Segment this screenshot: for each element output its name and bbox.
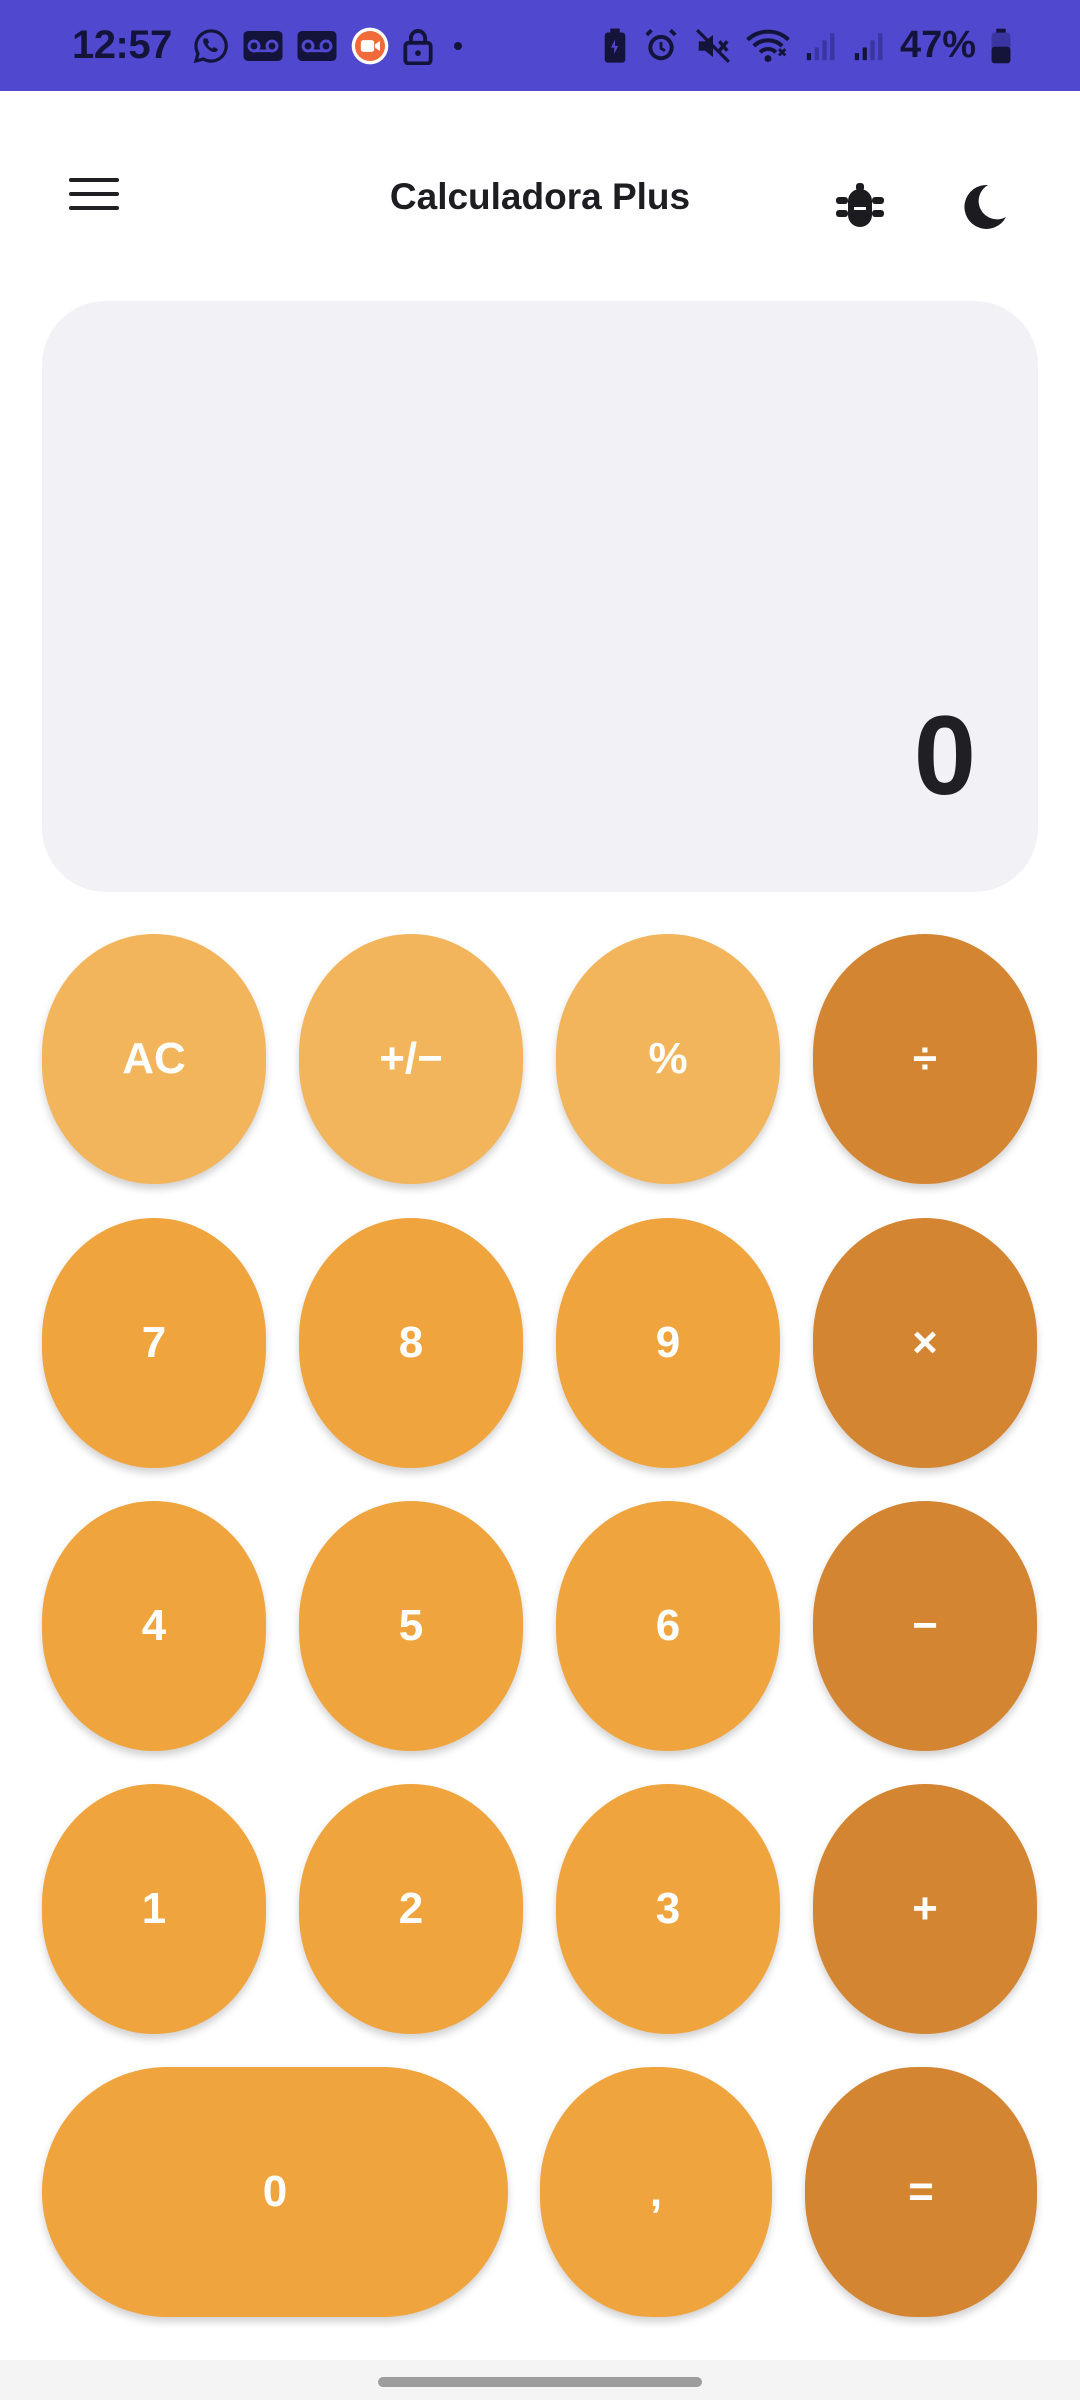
whatsapp-icon [192,27,230,65]
divide-button[interactable]: ÷ [813,934,1037,1184]
digit-0-button[interactable]: 0 [42,2067,508,2317]
theme-toggle-button[interactable] [940,163,1028,251]
home-gesture-handle[interactable] [378,2377,702,2387]
key-label: 2 [398,1884,424,1933]
voicemail-icon [242,29,284,63]
digit-1-button[interactable]: 1 [42,1784,266,2034]
key-label: , [649,2167,663,2216]
key-label: − [912,1601,938,1650]
key-label: = [908,2167,934,2216]
signal-icon [852,29,886,63]
key-label: 8 [398,1318,424,1367]
alarm-icon [642,27,680,65]
add-button[interactable]: + [813,1784,1037,2034]
calculator-display: 0 [42,301,1038,892]
status-bar: 12:57 47% [0,0,1080,91]
digit-9-button[interactable]: 9 [556,1218,780,1468]
key-label: 7 [141,1318,167,1367]
key-label: +/− [379,1034,443,1083]
mute-icon [694,27,732,65]
dot-icon [446,34,470,58]
equals-button[interactable]: = [805,2067,1037,2317]
key-label: 6 [655,1601,681,1650]
key-label: × [912,1318,938,1367]
key-label: % [648,1034,688,1083]
key-label: 0 [262,2167,288,2216]
digit-5-button[interactable]: 5 [299,1501,523,1751]
key-label: 4 [141,1601,167,1650]
digit-7-button[interactable]: 7 [42,1218,266,1468]
key-label: ÷ [912,1034,938,1083]
digit-2-button[interactable]: 2 [299,1784,523,2034]
decimal-comma-button[interactable]: , [540,2067,772,2317]
status-bar-left: 12:57 [72,23,470,68]
wifi-icon [746,27,790,65]
subtract-button[interactable]: − [813,1501,1037,1751]
key-label: 9 [655,1318,681,1367]
negate-button[interactable]: +/− [299,934,523,1184]
bug-icon [834,181,886,233]
moon-icon [958,181,1010,233]
debug-button[interactable] [816,163,904,251]
percent-button[interactable]: % [556,934,780,1184]
voicemail-icon [296,29,338,63]
status-bar-right: 47% [602,24,1012,67]
app-title: Calculadora Plus [389,176,691,217]
navigation-bar [0,2360,1080,2400]
calculator-screen: 12:57 47% Calculadora Plus 0 AC +/− % ÷ … [0,0,1080,2400]
battery-saver-icon [602,27,628,65]
digit-8-button[interactable]: 8 [299,1218,523,1468]
ac-button[interactable]: AC [42,934,266,1184]
screen-recorder-icon [350,26,390,66]
signal-icon [804,29,838,63]
lock-icon [402,27,434,65]
key-label: AC [122,1034,186,1083]
key-label: 1 [141,1884,167,1933]
menu-icon [69,176,119,212]
menu-button[interactable] [50,150,138,238]
battery-percent: 47% [899,24,976,66]
battery-icon [990,27,1012,65]
key-label: + [912,1884,938,1933]
display-value: 0 [913,693,976,818]
key-label: 3 [655,1884,681,1933]
digit-4-button[interactable]: 4 [42,1501,266,1751]
multiply-button[interactable]: × [813,1218,1037,1468]
key-label: 5 [398,1601,424,1650]
status-time: 12:57 [72,23,172,67]
digit-6-button[interactable]: 6 [556,1501,780,1751]
digit-3-button[interactable]: 3 [556,1784,780,2034]
